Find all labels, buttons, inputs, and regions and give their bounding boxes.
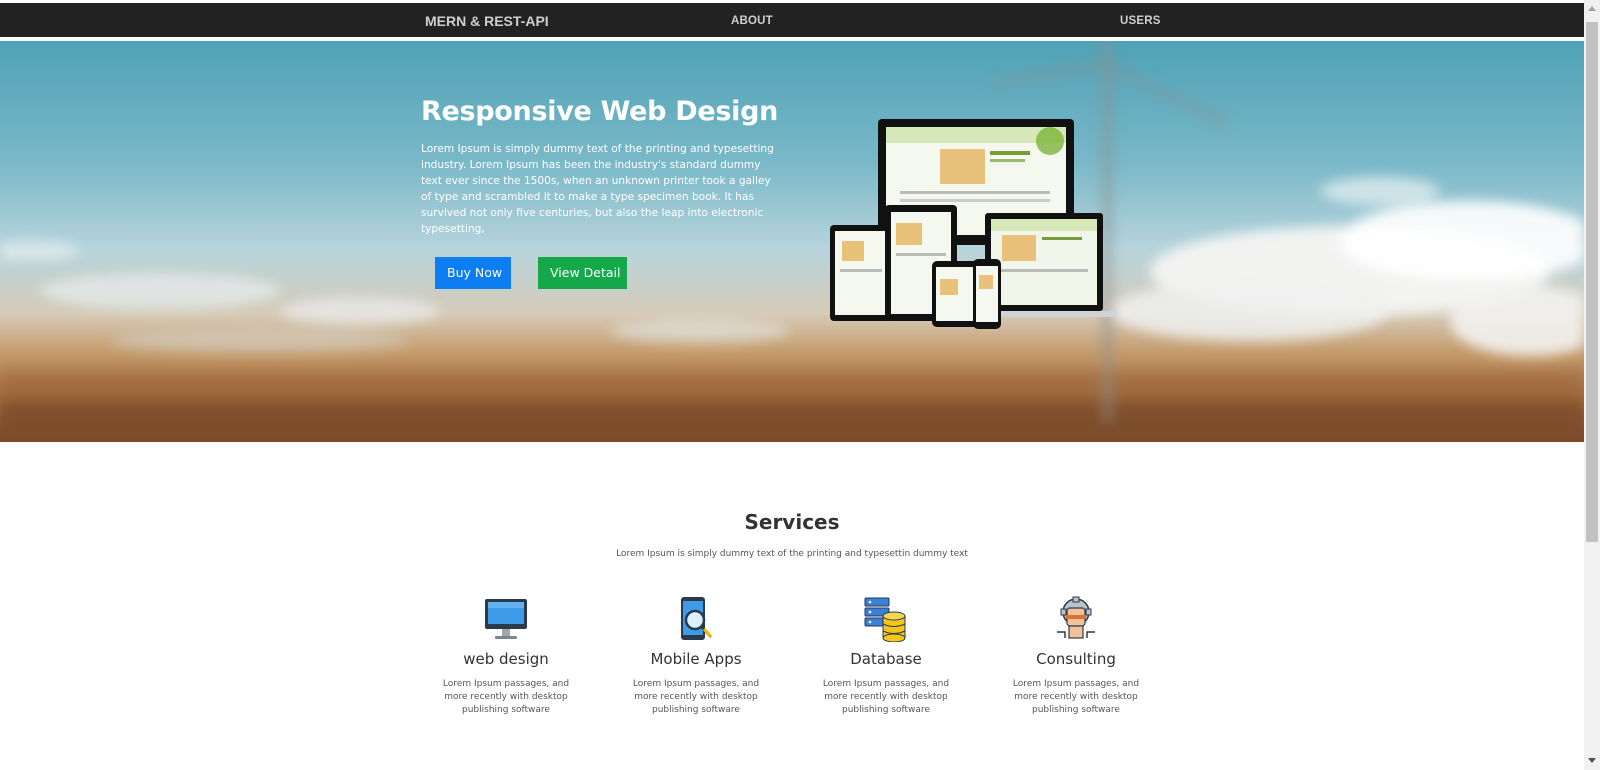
- database-icon: [864, 597, 906, 642]
- service-card-consulting: Consulting Lorem Ipsum passages, and mor…: [1001, 596, 1151, 717]
- service-description: Lorem Ipsum passages, and more recently …: [822, 679, 950, 715]
- hero-title: Responsive Web Design: [421, 96, 779, 127]
- nav-link-users[interactable]: USERS: [1120, 15, 1161, 27]
- service-name: Mobile Apps: [650, 650, 742, 668]
- nav-link-about[interactable]: ABOUT: [731, 15, 773, 27]
- service-description: Lorem Ipsum passages, and more recently …: [1012, 679, 1140, 715]
- responsive-devices-image: [830, 119, 1117, 329]
- mobile-search-icon: [681, 597, 713, 640]
- view-detail-button[interactable]: View Detail: [538, 257, 627, 289]
- hero-banner: Responsive Web Design Lorem Ipsum is sim…: [0, 41, 1584, 442]
- scroll-down-arrow-icon[interactable]: [1588, 758, 1596, 763]
- hero-background-image: [0, 41, 1584, 442]
- service-description: Lorem Ipsum passages, and more recently …: [632, 679, 760, 715]
- service-card-database: Database Lorem Ipsum passages, and more …: [811, 596, 961, 717]
- service-name: Consulting: [1036, 650, 1116, 668]
- buy-now-button[interactable]: Buy Now: [435, 257, 511, 289]
- navbar: MERN & REST-API ABOUT USERS: [0, 3, 1584, 39]
- service-description: Lorem Ipsum passages, and more recently …: [442, 679, 570, 715]
- hero-description: Lorem Ipsum is simply dummy text of the …: [421, 143, 774, 235]
- service-name: web design: [463, 650, 549, 668]
- monitor-icon: [485, 599, 527, 639]
- service-card-mobile-apps: Mobile Apps Lorem Ipsum passages, and mo…: [621, 596, 771, 717]
- scroll-thumb[interactable]: [1586, 22, 1598, 542]
- vertical-scrollbar[interactable]: [1584, 0, 1600, 770]
- brand-link[interactable]: MERN & REST-API: [425, 13, 549, 29]
- scroll-up-arrow-icon[interactable]: [1588, 6, 1596, 11]
- service-name: Database: [850, 650, 922, 668]
- service-card-web-design: web design Lorem Ipsum passages, and mor…: [431, 596, 581, 717]
- services-title: Services: [744, 510, 840, 534]
- consulting-gear-icon: [1057, 596, 1095, 639]
- services-subtitle: Lorem Ipsum is simply dummy text of the …: [616, 549, 968, 559]
